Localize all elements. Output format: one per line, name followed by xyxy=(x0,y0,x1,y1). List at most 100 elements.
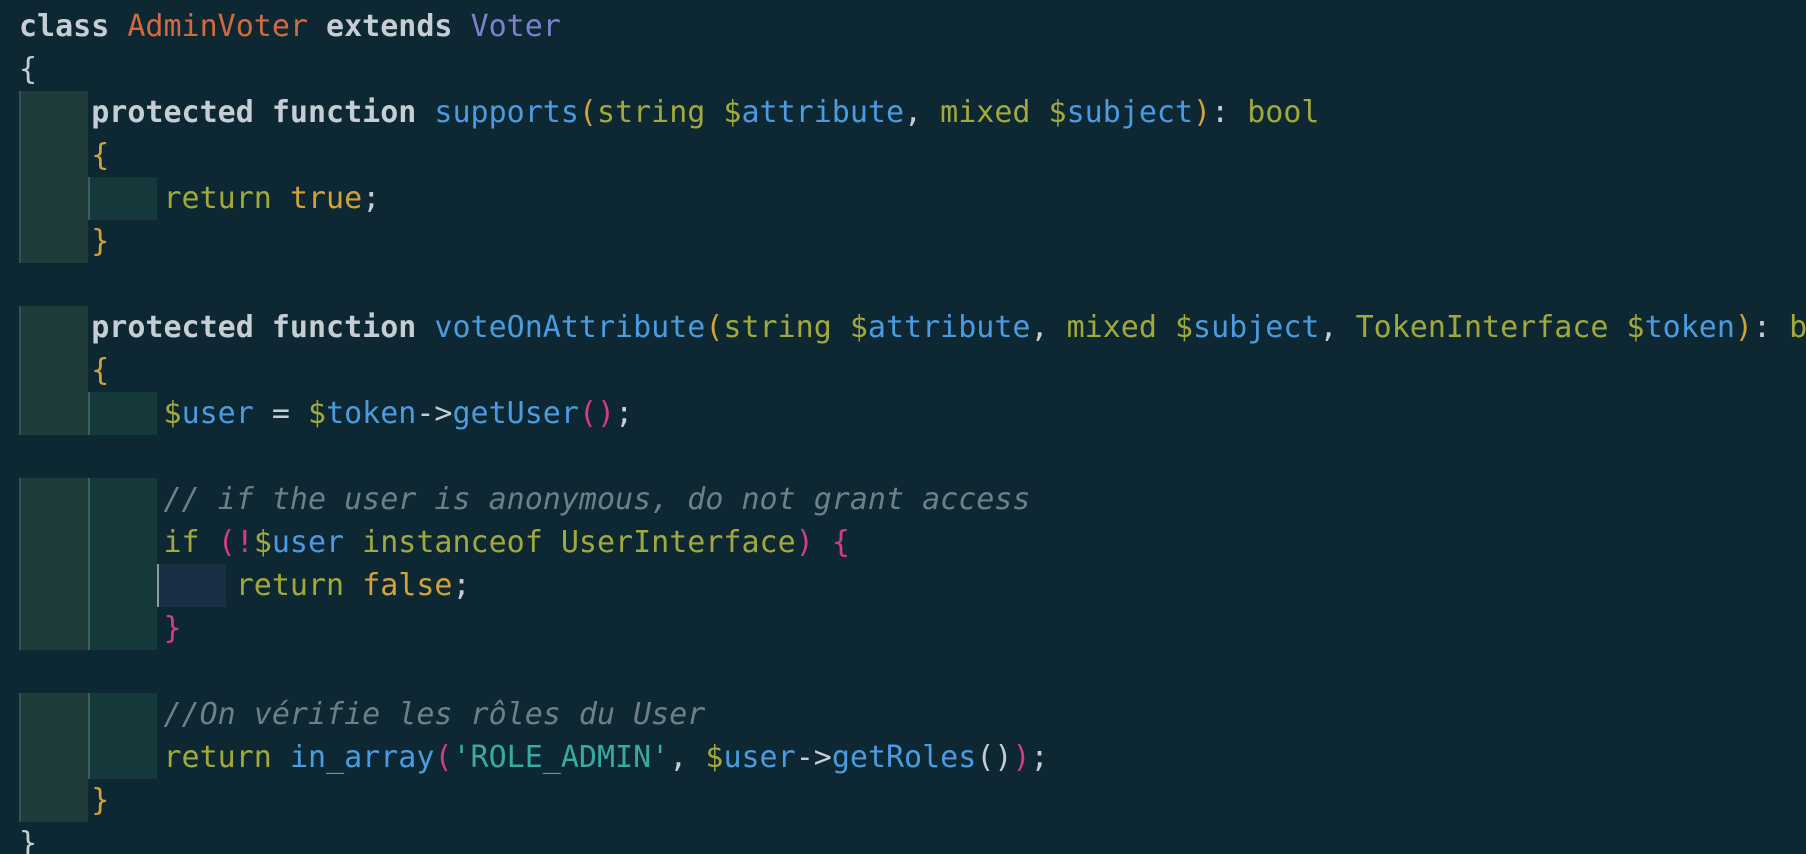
code-token: { xyxy=(831,525,850,560)
code-token: UserInterface xyxy=(560,525,796,560)
code-line[interactable]: // if the user is anonymous, do not gran… xyxy=(19,478,1031,521)
code-token: ; xyxy=(615,396,634,431)
code-token: AdminVoter xyxy=(127,9,308,44)
code-token: ; xyxy=(362,181,381,216)
code-line[interactable]: $user = $token->getUser(); xyxy=(19,392,634,435)
code-token: : xyxy=(1211,95,1248,130)
code-token: -> xyxy=(795,740,832,775)
code-token: = xyxy=(253,396,308,431)
code-token: ) xyxy=(1193,95,1212,130)
code-token: ; xyxy=(1030,740,1049,775)
code-token: class xyxy=(19,9,128,44)
code-token: if xyxy=(163,525,218,560)
code-token: { xyxy=(91,353,110,388)
code-token: string xyxy=(596,95,724,130)
code-token: } xyxy=(91,783,110,818)
code-line[interactable]: //On vérifie les rôles du User xyxy=(19,693,706,736)
code-token: $ xyxy=(849,310,868,345)
code-token: : xyxy=(1752,310,1790,345)
code-token: // if the user is anonymous, do not gran… xyxy=(163,482,1031,517)
code-token: () xyxy=(578,396,616,431)
code-token: ( xyxy=(217,525,236,560)
code-line[interactable]: if (!$user instanceof UserInterface) { xyxy=(19,521,850,564)
code-token: $ xyxy=(705,740,724,775)
code-token: bool xyxy=(1247,95,1320,130)
code-token: } xyxy=(19,826,38,854)
code-token: return xyxy=(163,740,290,775)
code-token: return xyxy=(235,568,363,603)
code-line[interactable]: } xyxy=(19,607,182,650)
code-token: { xyxy=(91,138,110,173)
code-token: -> xyxy=(416,396,453,431)
code-editor[interactable]: class AdminVoter extends Voter { protecte… xyxy=(0,0,1806,854)
code-token: voteOnAttribute xyxy=(434,310,706,345)
code-token: false xyxy=(362,568,453,603)
code-token: //On vérifie les rôles du User xyxy=(163,697,706,732)
code-token: $ xyxy=(308,396,327,431)
code-line[interactable]: } xyxy=(19,779,109,822)
code-line[interactable]: protected function voteOnAttribute(strin… xyxy=(19,306,1806,349)
code-token: user xyxy=(181,396,254,431)
code-token: , xyxy=(1319,310,1356,345)
code-token: 'ROLE_ADMIN' xyxy=(452,740,670,775)
code-token: Voter xyxy=(470,9,561,44)
code-token: ) xyxy=(1012,740,1031,775)
code-token: ( xyxy=(434,740,453,775)
code-token: () xyxy=(976,740,1013,775)
code-line[interactable]: } xyxy=(19,822,37,854)
code-token: TokenInterface xyxy=(1355,310,1627,345)
code-line[interactable]: return true; xyxy=(19,177,381,220)
code-line[interactable]: { xyxy=(19,48,37,91)
code-token: $ xyxy=(1626,310,1645,345)
code-token: mixed xyxy=(1066,310,1175,345)
code-token: true xyxy=(289,181,363,216)
code-line[interactable]: class AdminVoter extends Voter xyxy=(19,5,561,48)
code-line[interactable]: { xyxy=(19,349,109,392)
code-token: , xyxy=(904,95,941,130)
code-line[interactable]: { xyxy=(19,134,109,177)
code-token: token xyxy=(326,396,417,431)
code-token: attribute xyxy=(867,310,1031,345)
code-token: protected function xyxy=(91,310,435,345)
code-line[interactable]: return false; xyxy=(19,564,471,607)
code-line[interactable]: protected function supports(string $attr… xyxy=(19,91,1319,134)
code-token: } xyxy=(163,611,182,646)
code-token: protected function xyxy=(91,95,435,130)
code-token: extends xyxy=(308,9,471,44)
code-token: ! xyxy=(235,525,254,560)
code-token: token xyxy=(1644,310,1735,345)
code-token: user xyxy=(271,525,345,560)
code-token: $ xyxy=(253,525,272,560)
code-token: mixed xyxy=(940,95,1049,130)
code-token: $ xyxy=(1174,310,1194,345)
code-token: subject xyxy=(1066,95,1194,130)
code-token: , xyxy=(1030,310,1067,345)
code-token: bool xyxy=(1789,310,1806,345)
code-line[interactable]: } xyxy=(19,220,109,263)
code-token: getUser xyxy=(452,396,579,431)
code-token: } xyxy=(91,224,110,259)
code-token: ( xyxy=(705,310,724,345)
code-line[interactable]: return in_array('ROLE_ADMIN', $user->get… xyxy=(19,736,1049,779)
code-token: { xyxy=(19,52,38,87)
code-token: ) xyxy=(1734,310,1753,345)
code-token: $ xyxy=(723,95,742,130)
code-token: ) xyxy=(795,525,814,560)
code-token: ( xyxy=(578,95,597,130)
code-token: string xyxy=(723,310,850,345)
code-token: , xyxy=(669,740,706,775)
code-token: attribute xyxy=(741,95,905,130)
code-token: $ xyxy=(163,396,182,431)
